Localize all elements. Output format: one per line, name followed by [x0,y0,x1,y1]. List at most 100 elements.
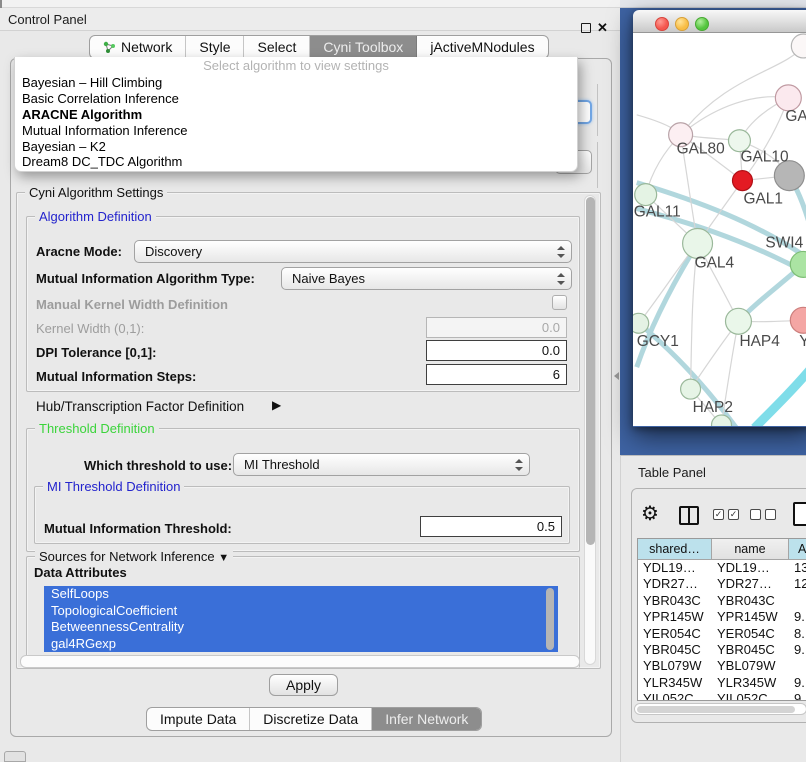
table-panel: Table Panel ⚙ ✓ ✓ shared… name A YDL19… … [620,455,806,762]
network-canvas[interactable]: GAL GAL80 GAL10 GAL1 GAL11 GAL4 SWI4 GCY… [633,33,806,426]
float-window-icon[interactable] [581,23,591,33]
table-row[interactable]: YBR043C YBR043C [638,593,806,609]
dropdown-placeholder: Select algorithm to view settings [15,57,577,75]
gear-icon[interactable]: ⚙ [641,504,659,524]
dropdown-item-selected[interactable]: ARACNE Algorithm [15,107,577,123]
dropdown-item[interactable]: Bayesian – Hill Climbing [15,75,577,91]
tab-jactivemnodules[interactable]: jActiveMNodules [417,36,547,58]
attributes-hscrollbar[interactable] [20,655,580,668]
collapse-arrow-icon: ▼ [218,552,229,564]
network-graph: GAL GAL80 GAL10 GAL1 GAL11 GAL4 SWI4 GCY… [633,33,806,426]
which-threshold-label: Which threshold to use: [84,458,232,473]
mi-threshold-group-title: MI Threshold Definition [43,479,184,494]
network-node-gal1-selected[interactable] [732,171,752,191]
sources-group-title[interactable]: Sources for Network Inference ▼ [35,549,233,564]
aracne-mode-combo[interactable]: Discovery [134,240,572,263]
zoom-traffic-light[interactable] [695,17,709,31]
stepper-arrows-icon [515,458,523,472]
table-row-clipped[interactable]: YIL052C YIL052C 9 [638,691,806,701]
column-header-shared-name[interactable]: shared… [638,539,712,559]
close-traffic-light[interactable] [655,17,669,31]
dpi-tolerance-label: DPI Tolerance [0,1]: [36,345,156,360]
mi-algorithm-type-combo[interactable]: Naive Bayes [281,267,572,290]
data-attributes-label: Data Attributes [34,565,127,580]
node-label: GAL [785,108,806,125]
dropdown-item[interactable]: Dream8 DC_TDC Algorithm [15,154,577,170]
tab-impute-data[interactable]: Impute Data [147,708,250,730]
mi-threshold-field[interactable]: 0.5 [420,516,562,537]
table-hscrollbar[interactable] [634,703,806,715]
table-row[interactable]: YDR27… YDR27… 12 [638,576,806,592]
table-header: shared… name A [638,539,806,560]
settings-scrollbar-thumb[interactable] [586,197,595,545]
dock-icon[interactable] [4,751,26,762]
kernel-width-field[interactable]: 0.0 [426,317,567,338]
dropdown-item[interactable]: Basic Correlation Inference [15,91,577,107]
network-view-window[interactable]: GAL GAL80 GAL10 GAL1 GAL11 GAL4 SWI4 GCY… [633,10,806,427]
columns-icon[interactable] [679,506,699,525]
network-node-gcy1[interactable] [633,313,649,333]
table-row[interactable]: YBL079W YBL079W [638,658,806,674]
dpi-tolerance-field[interactable]: 0.0 [426,340,567,361]
manual-kernel-width-checkbox[interactable] [552,295,567,310]
hub-definition-toggle[interactable]: Hub/Transcription Factor Definition [36,399,244,414]
network-node-hap4[interactable] [725,308,751,334]
tab-discretize-data[interactable]: Discretize Data [250,708,372,730]
node-label: GAL10 [740,149,788,166]
panel-title: Control Panel [8,12,87,27]
tab-cyni-toolbox[interactable]: Cyni Toolbox [310,36,417,58]
network-desktop: GAL GAL80 GAL10 GAL1 GAL11 GAL4 SWI4 GCY… [620,0,806,455]
tab-infer-network[interactable]: Infer Network [372,708,481,730]
column-header-partial[interactable]: A [789,539,806,559]
network-node[interactable] [791,34,806,58]
attribute-item-selected[interactable]: BetweennessCentrality [44,619,558,636]
attribute-item-selected[interactable]: gal4RGexp [44,636,558,653]
close-icon[interactable]: ✕ [597,20,608,36]
table-row[interactable]: YLR345W YLR345W 9. [638,675,806,691]
table-row[interactable]: YDL19… YDL19… 13 [638,560,806,576]
network-node-salmon[interactable] [790,307,806,333]
which-threshold-combo[interactable]: MI Threshold [233,453,530,476]
groupbox-edge-fragment [597,142,598,188]
tab-style[interactable]: Style [186,36,244,58]
node-label: HAP2 [693,399,733,416]
attribute-item-selected[interactable]: TopologicalCoefficient [44,603,558,620]
table-row[interactable]: YPR145W YPR145W 9. [638,609,806,625]
mi-algorithm-type-label: Mutual Information Algorithm Type: [36,271,255,286]
stepper-arrows-icon [557,272,565,286]
manual-kernel-width-label: Manual Kernel Width Definition [36,297,228,312]
table-panel-title: Table Panel [638,465,706,480]
node-label: GAL4 [695,254,735,271]
dropdown-item[interactable]: Bayesian – K2 [15,139,577,155]
mi-steps-field[interactable]: 6 [426,364,567,385]
algorithm-definition-title: Algorithm Definition [35,209,156,224]
control-panel-titlebar: Control Panel ✕ [0,8,620,31]
minimize-traffic-light[interactable] [675,17,689,31]
deselect-all-checkboxes-icon[interactable] [750,509,776,520]
apply-button[interactable]: Apply [269,674,338,696]
dropdown-item[interactable]: Mutual Information Inference [15,123,577,139]
data-attributes-list: SelfLoops TopologicalCoefficient Between… [44,586,558,652]
network-window-titlebar[interactable] [633,10,806,33]
aracne-mode-label: Aracne Mode: [36,244,122,259]
network-node-gal11[interactable] [635,184,657,206]
screenshot-root: Control Panel ✕ Network Style Select Cyn… [0,0,806,762]
file-icon[interactable] [793,502,806,526]
column-header-name[interactable]: name [712,539,789,559]
node-label: Y [799,333,806,350]
splitpane-handle[interactable] [614,372,619,380]
table-row[interactable]: YBR045C YBR045C 9. [638,642,806,658]
mi-threshold-label: Mutual Information Threshold: [44,521,232,536]
attribute-item-selected[interactable]: SelfLoops [44,586,558,603]
table-row[interactable]: YER054C YER054C 8. [638,626,806,642]
tab-network[interactable]: Network [90,36,186,58]
select-all-checkboxes-icon[interactable]: ✓ ✓ [713,509,739,520]
attributes-scrollbar-thumb[interactable] [546,588,554,650]
expand-arrow-icon[interactable]: ▶ [272,398,281,412]
tab-select[interactable]: Select [244,36,310,58]
network-node-hap2[interactable] [681,379,701,399]
table-hscrollbar-thumb[interactable] [637,706,795,713]
node-label: HAP4 [739,333,780,350]
kernel-width-label: Kernel Width (0,1): [36,321,144,336]
node-label: GAL1 [743,191,783,208]
